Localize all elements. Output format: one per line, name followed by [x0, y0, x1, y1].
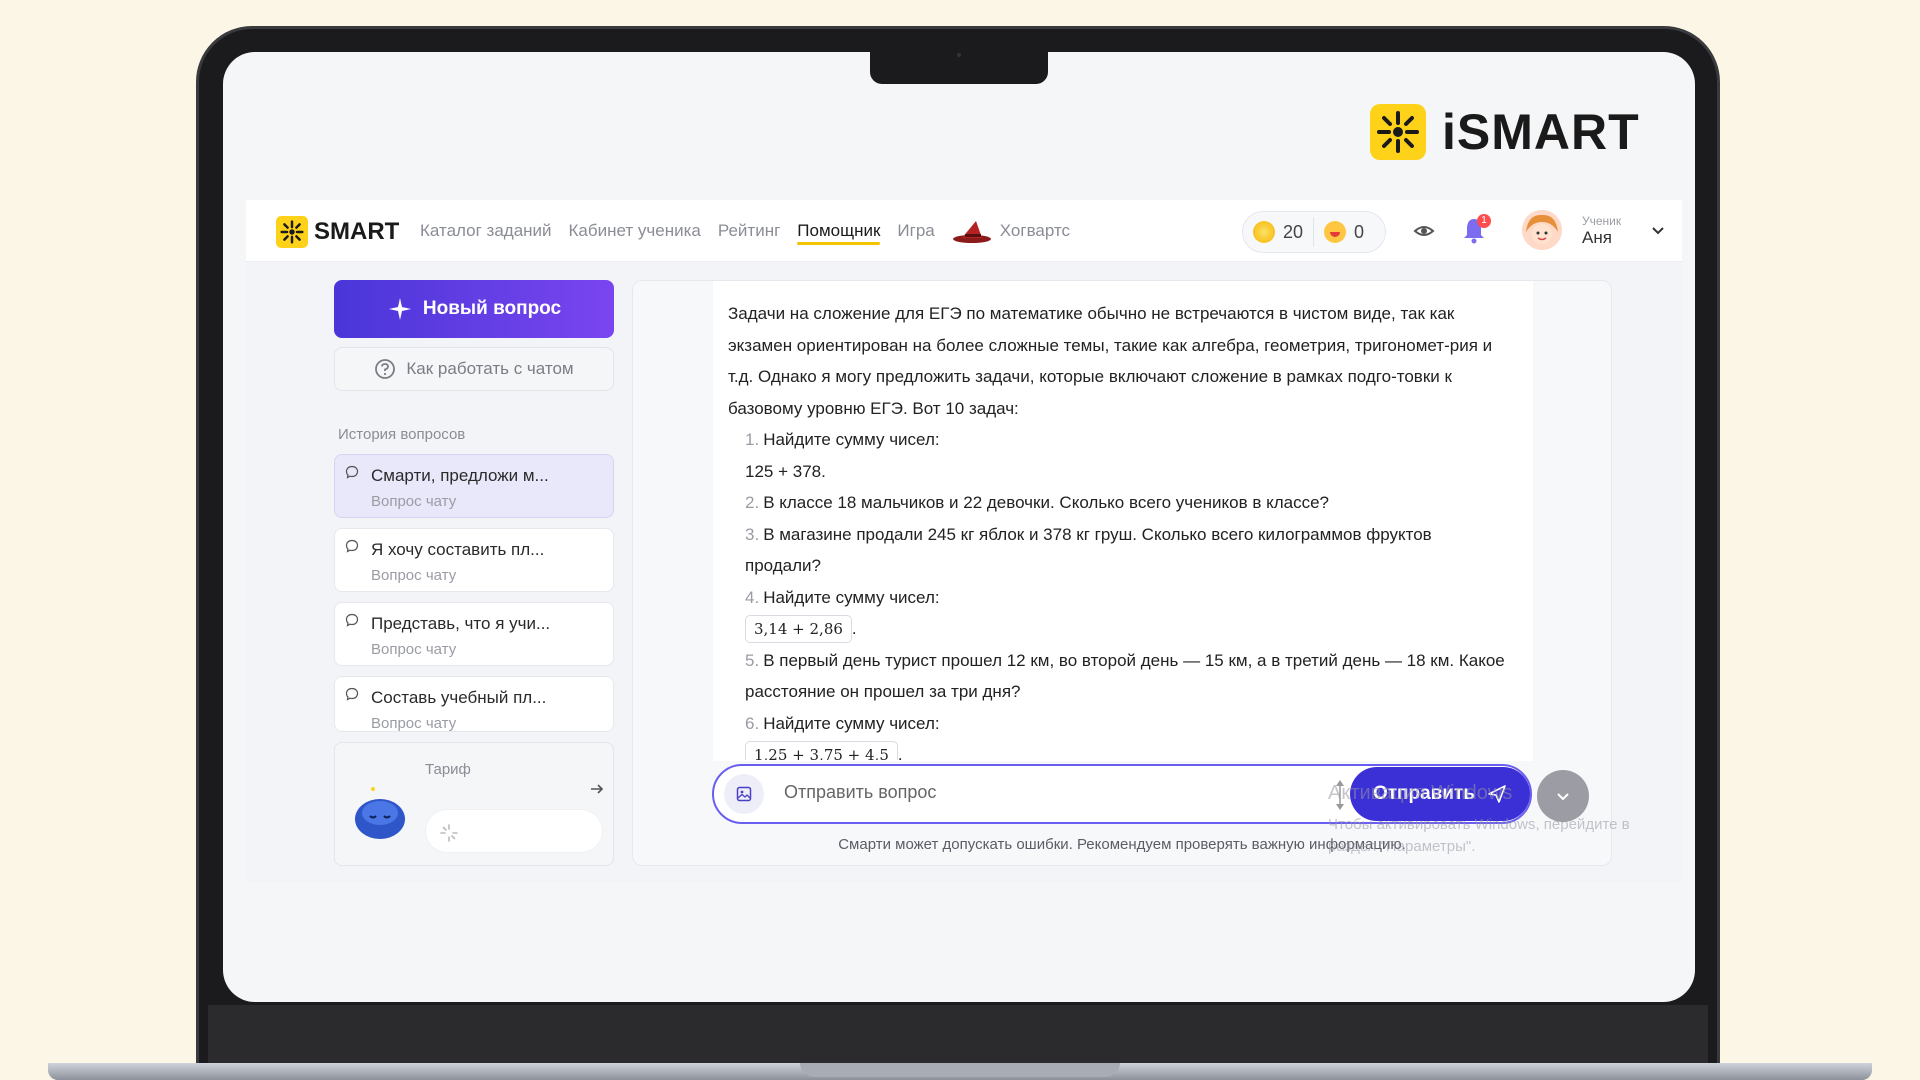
app-header: SMART Каталог заданий Кабинет ученика Ре…	[246, 200, 1682, 262]
app-logo[interactable]: SMART	[276, 216, 399, 248]
eye-icon[interactable]	[1413, 220, 1435, 242]
currency-counters[interactable]: 20 0	[1242, 211, 1386, 253]
chat-input-area: Отправить Смарти может допускать ошибки.…	[632, 280, 1612, 866]
sun-logo-icon	[276, 216, 308, 248]
smile-counter: 0	[1314, 221, 1374, 243]
tariff-status-pill	[425, 809, 603, 853]
brand-name-large: iSMART	[1442, 104, 1640, 160]
history-item-subtitle: Вопрос чату	[371, 641, 457, 658]
brand-name-small: SMART	[314, 218, 400, 245]
camera-dot	[957, 53, 961, 57]
loading-spinner-icon	[440, 824, 458, 842]
nav-item-student-cabinet[interactable]: Кабинет ученика	[569, 200, 701, 262]
laptop-base-notch	[800, 1063, 1120, 1077]
history-item-subtitle: Вопрос чату	[371, 567, 457, 584]
coin-count: 20	[1283, 221, 1304, 242]
nav-item-hogwarts[interactable]: Хогвартс	[952, 200, 1070, 262]
image-icon	[736, 786, 752, 802]
chat-bubble-icon	[345, 613, 359, 627]
attach-image-button[interactable]	[724, 774, 764, 814]
history-item-title: Смарти, предложи м...	[371, 466, 549, 485]
main-nav: Каталог заданий Кабинет ученика Рейтинг …	[420, 200, 1087, 262]
help-circle-icon	[375, 359, 396, 379]
history-title: История вопросов	[338, 426, 466, 443]
sun-logo-icon	[1370, 104, 1426, 160]
chat-bubble-icon	[345, 687, 359, 701]
nav-item-rating[interactable]: Рейтинг	[718, 200, 780, 262]
history-item-title: Составь учебный пл...	[371, 688, 547, 707]
wizard-hat-icon	[952, 221, 991, 243]
history-item[interactable]: Я хочу составить пл... Вопрос чату	[334, 528, 614, 592]
smile-icon	[1324, 221, 1347, 243]
notifications-button[interactable]: 1	[1461, 214, 1491, 244]
smile-count: 0	[1354, 221, 1365, 242]
sparkle-icon	[388, 298, 411, 320]
history-item-title: Я хочу составить пл...	[371, 540, 545, 559]
nav-item-game[interactable]: Игра	[897, 200, 934, 262]
avatar[interactable]	[1522, 210, 1562, 250]
windows-watermark-text: Чтобы активировать Windows, перейдите в …	[1328, 816, 1630, 855]
arrow-right-icon[interactable]	[589, 781, 605, 797]
brand-logo-large: iSMART	[1370, 104, 1640, 160]
avatar-face-icon	[1522, 210, 1562, 250]
history-item-subtitle: Вопрос чату	[371, 715, 457, 732]
coin-icon	[1253, 221, 1275, 243]
how-it-works-button[interactable]: Как работать с чатом	[334, 347, 614, 391]
user-name: Аня	[1582, 228, 1612, 247]
history-item[interactable]: Смарти, предложи м... Вопрос чату	[334, 454, 614, 518]
coin-counter: 20	[1243, 221, 1313, 243]
nav-item-assistant[interactable]: Помощник	[797, 200, 881, 262]
history-item-subtitle: Вопрос чату	[371, 493, 457, 510]
chevron-down-icon	[1557, 793, 1569, 801]
chevron-down-icon[interactable]	[1650, 222, 1666, 238]
windows-watermark-title: Активация Windows	[1328, 782, 1513, 804]
nav-item-catalog[interactable]: Каталог заданий	[420, 200, 552, 262]
how-it-works-label: Как работать с чатом	[406, 359, 574, 378]
notification-badge: 1	[1477, 214, 1491, 228]
laptop-hinge	[208, 1005, 1708, 1065]
chat-bubble-icon	[345, 539, 359, 553]
user-role: Ученик	[1582, 214, 1622, 228]
history-item-title: Представь, что я учи...	[371, 614, 551, 633]
tariff-label: Тариф	[425, 761, 471, 778]
new-question-label: Новый вопрос	[422, 298, 562, 319]
history-item[interactable]: Составь учебный пл... Вопрос чату	[334, 676, 614, 732]
tariff-card[interactable]: Тариф	[334, 742, 614, 866]
history-item[interactable]: Представь, что я учи... Вопрос чату	[334, 602, 614, 666]
chat-bubble-icon	[345, 465, 359, 479]
new-question-button[interactable]: Новый вопрос	[334, 280, 614, 338]
nav-item-hogwarts-label: Хогвартс	[999, 221, 1071, 240]
question-input[interactable]	[784, 782, 1284, 803]
mascot-icon	[355, 787, 405, 839]
